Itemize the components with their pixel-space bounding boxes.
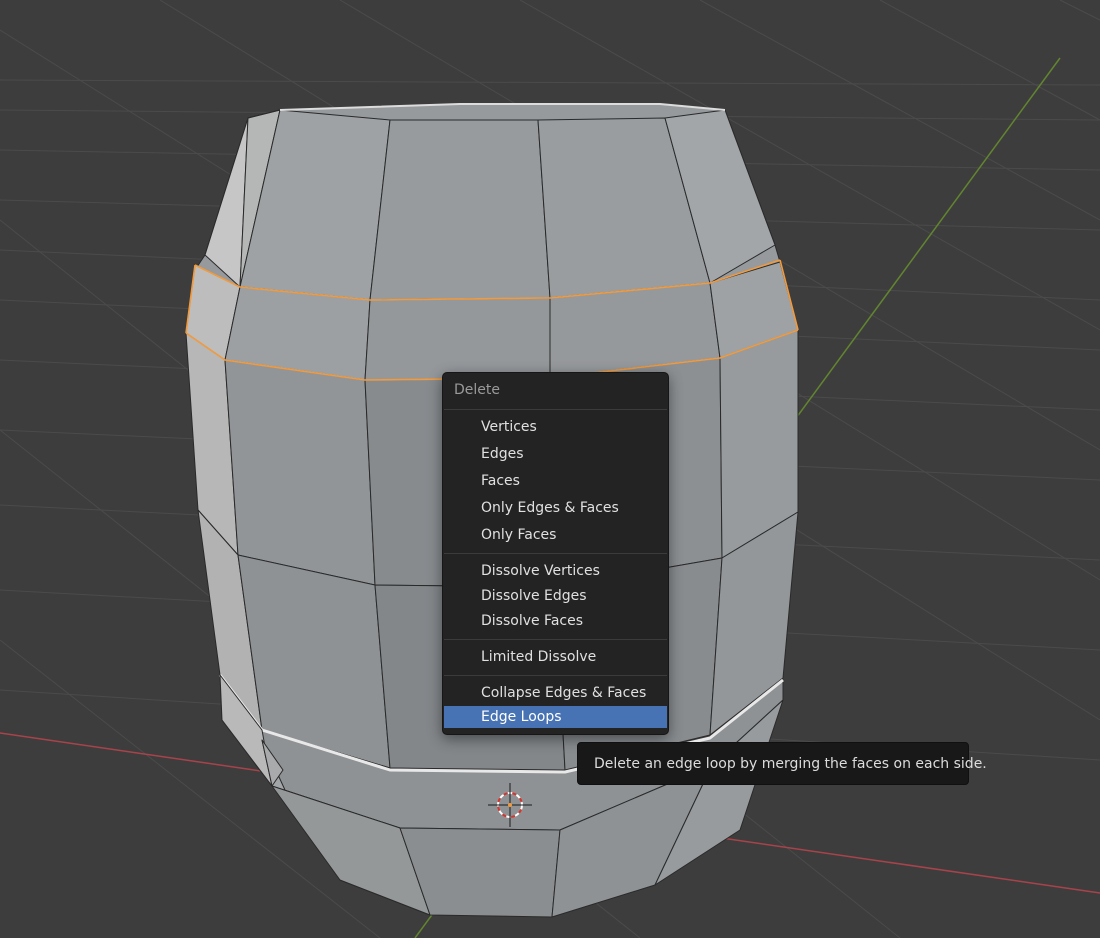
menu-item-limited-dissolve[interactable]: Limited Dissolve (444, 646, 667, 668)
menu-item-collapse-edges-faces[interactable]: Collapse Edges & Faces (444, 682, 667, 704)
delete-menu: Delete Vertices Edges Faces Only Edges &… (442, 372, 669, 735)
menu-item-vertices[interactable]: Vertices (444, 416, 667, 438)
tooltip: Delete an edge loop by merging the faces… (577, 742, 987, 785)
menu-separator (444, 409, 667, 410)
menu-item-faces[interactable]: Faces (444, 470, 667, 492)
menu-separator (444, 675, 667, 676)
menu-item-edge-loops[interactable]: Edge Loops (444, 706, 667, 728)
menu-item-only-faces[interactable]: Only Faces (444, 524, 667, 546)
menu-item-dissolve-vertices[interactable]: Dissolve Vertices (444, 560, 667, 582)
menu-item-dissolve-edges[interactable]: Dissolve Edges (444, 585, 667, 607)
menu-title: Delete (454, 382, 500, 398)
menu-item-edges[interactable]: Edges (444, 443, 667, 465)
menu-separator (444, 639, 667, 640)
menu-item-dissolve-faces[interactable]: Dissolve Faces (444, 610, 667, 632)
menu-separator (444, 553, 667, 554)
menu-item-only-edges-faces[interactable]: Only Edges & Faces (444, 497, 667, 519)
